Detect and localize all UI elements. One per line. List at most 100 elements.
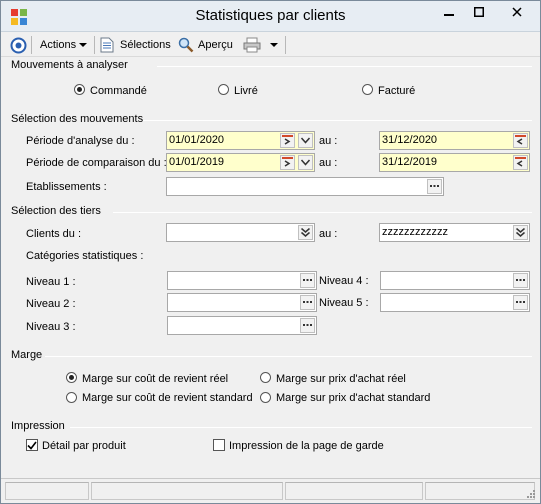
radio-facture[interactable] <box>362 84 373 95</box>
status-bar <box>1 478 540 503</box>
group-divider <box>113 212 532 213</box>
toolbar: Actions Sélections Aperçu <box>1 32 540 57</box>
actions-menu[interactable]: Actions <box>40 36 88 54</box>
niveau4-label: Niveau 4 : <box>319 275 369 287</box>
detail-produit-label: Détail par produit <box>42 440 126 452</box>
group-divider <box>45 356 532 357</box>
ellipsis-icon[interactable] <box>300 318 315 333</box>
au-label: au : <box>319 228 338 240</box>
print-button[interactable] <box>243 36 278 54</box>
niveau3-field[interactable] <box>167 316 317 335</box>
maximize-button[interactable] <box>463 1 494 23</box>
ellipsis-icon[interactable] <box>513 273 528 288</box>
periode-analyse-label: Période d'analyse du : <box>26 135 135 147</box>
clients-from-field[interactable] <box>166 223 315 242</box>
periode-comparaison-from-field[interactable]: 01/01/2019 <box>166 153 315 172</box>
radio-marge-cout-standard-label: Marge sur coût de revient standard <box>82 392 253 404</box>
minimize-button[interactable] <box>433 1 464 23</box>
niveau4-field[interactable] <box>380 271 530 290</box>
periode-comparaison-to-value: 31/12/2019 <box>382 156 438 168</box>
status-cell <box>285 482 423 500</box>
niveau3-label: Niveau 3 : <box>26 321 76 333</box>
niveau2-field[interactable] <box>167 293 317 312</box>
page-garde-label: Impression de la page de garde <box>229 440 384 452</box>
target-icon[interactable] <box>10 36 27 54</box>
radio-marge-prix-reel-label: Marge sur prix d'achat réel <box>276 373 406 385</box>
group-divider <box>70 427 532 428</box>
toolbar-separator <box>285 36 286 54</box>
etablissements-field[interactable] <box>166 177 444 196</box>
ellipsis-icon[interactable] <box>300 273 315 288</box>
selection-mouvements-title: Sélection des mouvements <box>11 113 144 125</box>
radio-marge-prix-reel[interactable] <box>260 372 271 383</box>
checkmark-icon <box>27 441 37 450</box>
radio-commande-label: Commandé <box>90 85 147 97</box>
selections-button[interactable]: Sélections <box>100 36 171 54</box>
printer-icon <box>243 37 261 53</box>
actions-label: Actions <box>40 39 77 51</box>
selections-label: Sélections <box>120 39 171 51</box>
niveau1-label: Niveau 1 : <box>26 276 76 288</box>
impression-group-title: Impression <box>11 420 65 432</box>
periode-analyse-to-field[interactable]: 31/12/2020 <box>379 131 530 150</box>
periode-comparaison-label: Période de comparaison du : <box>26 157 167 169</box>
marge-group-title: Marge <box>11 349 43 361</box>
status-cell <box>5 482 89 500</box>
arrow-right-icon[interactable] <box>280 133 295 148</box>
ellipsis-icon[interactable] <box>513 295 528 310</box>
radio-livre-label: Livré <box>234 85 258 97</box>
arrow-right-icon[interactable] <box>280 155 295 170</box>
window: Statistiques par clients Actions Sélecti… <box>0 0 541 504</box>
selection-tiers-title: Sélection des tiers <box>11 205 101 217</box>
resize-grip-icon[interactable] <box>525 488 536 499</box>
au-label: au : <box>319 135 338 147</box>
group-divider <box>157 66 532 67</box>
clients-to-value: zzzzzzzzzzzz <box>382 226 448 238</box>
magnifier-icon <box>178 37 194 53</box>
chevron-down-icon <box>270 43 278 47</box>
document-icon <box>100 37 114 53</box>
apercu-label: Aperçu <box>198 39 233 51</box>
toolbar-separator <box>31 36 32 54</box>
periode-analyse-from-field[interactable]: 01/01/2020 <box>166 131 315 150</box>
niveau2-label: Niveau 2 : <box>26 298 76 310</box>
chevron-down-icon[interactable] <box>298 155 313 170</box>
periode-comparaison-to-field[interactable]: 31/12/2019 <box>379 153 530 172</box>
periode-analyse-to-value: 31/12/2020 <box>382 134 438 146</box>
page-garde-checkbox[interactable] <box>213 439 225 451</box>
arrow-left-icon[interactable] <box>513 133 528 148</box>
niveau1-field[interactable] <box>167 271 317 290</box>
close-button[interactable] <box>493 1 541 23</box>
niveau5-field[interactable] <box>380 293 530 312</box>
status-cell <box>425 482 535 500</box>
group-divider <box>143 120 532 121</box>
radio-marge-prix-standard[interactable] <box>260 392 271 403</box>
double-chevron-down-icon[interactable] <box>513 225 528 240</box>
apercu-button[interactable]: Aperçu <box>178 36 233 54</box>
ellipsis-icon[interactable] <box>300 295 315 310</box>
radio-facture-label: Facturé <box>378 85 416 97</box>
status-cell <box>91 482 283 500</box>
arrow-left-icon[interactable] <box>513 155 528 170</box>
periode-analyse-from-value: 01/01/2020 <box>169 134 225 146</box>
radio-commande[interactable] <box>74 84 85 95</box>
periode-comparaison-from-value: 01/01/2019 <box>169 156 225 168</box>
radio-marge-cout-reel-label: Marge sur coût de revient réel <box>82 373 229 385</box>
categories-label: Catégories statistiques : <box>26 250 144 262</box>
double-chevron-down-icon[interactable] <box>298 225 313 240</box>
radio-marge-cout-standard[interactable] <box>66 392 77 403</box>
ellipsis-icon[interactable] <box>427 179 442 194</box>
chevron-down-icon[interactable] <box>298 133 313 148</box>
title-bar: Statistiques par clients <box>1 1 540 32</box>
radio-livre[interactable] <box>218 84 229 95</box>
toolbar-separator <box>94 36 95 54</box>
au-label: au : <box>319 157 338 169</box>
radio-marge-cout-reel[interactable] <box>66 372 77 383</box>
mouvements-group-title: Mouvements à analyser <box>11 59 128 71</box>
radio-marge-prix-standard-label: Marge sur prix d'achat standard <box>276 392 431 404</box>
detail-produit-checkbox[interactable] <box>26 439 38 451</box>
clients-label: Clients du : <box>26 228 82 240</box>
clients-to-field[interactable]: zzzzzzzzzzzz <box>379 223 530 242</box>
chevron-down-icon <box>79 43 88 47</box>
niveau5-label: Niveau 5 : <box>319 297 369 309</box>
